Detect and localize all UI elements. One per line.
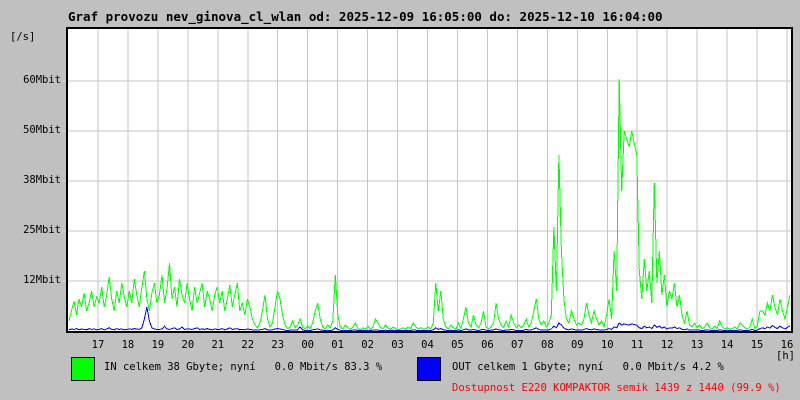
x-tick-label: 22 [241,339,255,351]
y-tick-label: 38Mbit [23,174,61,186]
x-tick-label: 05 [451,339,464,351]
x-tick-label: 14 [720,339,734,351]
x-tick-label: 17 [91,339,105,351]
in-legend-label: IN celkem 38 Gbyte; nyní 0.0 Mbit/s 83.3… [104,361,383,373]
x-tick-label: 08 [541,339,554,351]
x-tick-label: 12 [660,339,674,351]
x-tick-label: 10 [600,339,614,351]
x-tick-label: 09 [570,339,584,351]
y-tick-label: 50Mbit [23,124,61,136]
x-tick-label: 16 [780,339,794,351]
x-tick-label: 21 [211,339,225,351]
mrtg-traffic-page: Graf provozu nev_ginova_cl_wlan od: 2025… [0,0,800,400]
x-tick-label: 11 [630,339,644,351]
availability-status: Dostupnost E220 KOMPAKTOR semik 1439 z 1… [452,382,781,394]
x-tick-label: 19 [151,339,165,351]
out-legend-label: OUT celkem 1 Gbyte; nyní 0.0 Mbit/s 4.2 … [452,361,724,373]
x-tick-label: 00 [301,339,314,351]
y-tick-label: 12Mbit [23,274,61,286]
x-tick-label: 20 [181,339,195,351]
x-tick-label: 01 [331,339,344,351]
out-legend-swatch [417,357,441,381]
y-tick-label: 25Mbit [23,224,61,236]
x-tick-label: 23 [271,339,285,351]
x-tick-label: 04 [421,339,434,351]
x-tick-label: 18 [121,339,135,351]
x-tick-label: 07 [511,339,524,351]
x-tick-label: 06 [481,339,494,351]
in-legend-swatch [71,357,95,381]
y-tick-label: 60Mbit [23,74,61,86]
x-tick-label: 15 [750,339,764,351]
x-tick-label: 13 [690,339,704,351]
x-tick-label: 02 [361,339,374,351]
x-axis-unit-label: [h] [776,350,795,362]
x-tick-label: 03 [391,339,404,351]
